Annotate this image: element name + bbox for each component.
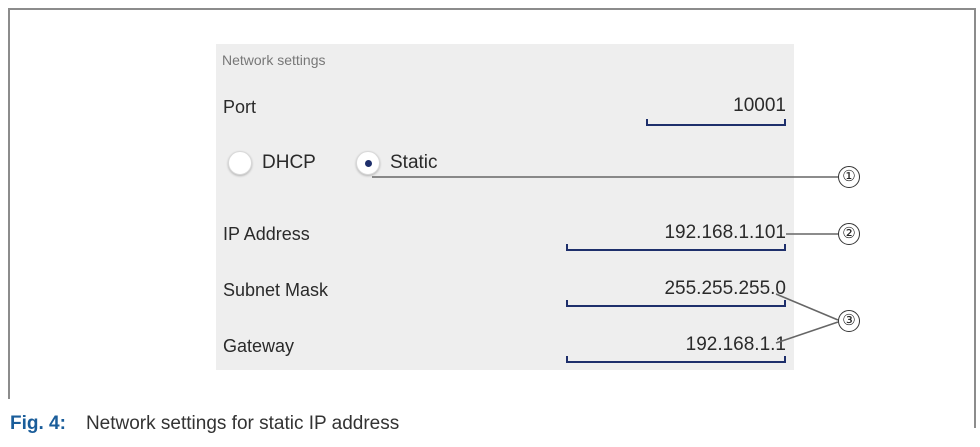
leader-line-3b xyxy=(775,321,839,344)
figure-number: Fig. 4: xyxy=(10,413,66,434)
figure-caption-text: Network settings for static IP address xyxy=(85,413,400,434)
callout-2: ② xyxy=(838,223,860,245)
callout-3: ③ xyxy=(838,310,860,332)
callout-1: ① xyxy=(838,166,860,188)
callout-leader-lines xyxy=(372,176,839,344)
figure-caption: Fig. 4: Network settings for static IP ad… xyxy=(10,413,399,435)
leader-line-3a xyxy=(775,293,839,321)
